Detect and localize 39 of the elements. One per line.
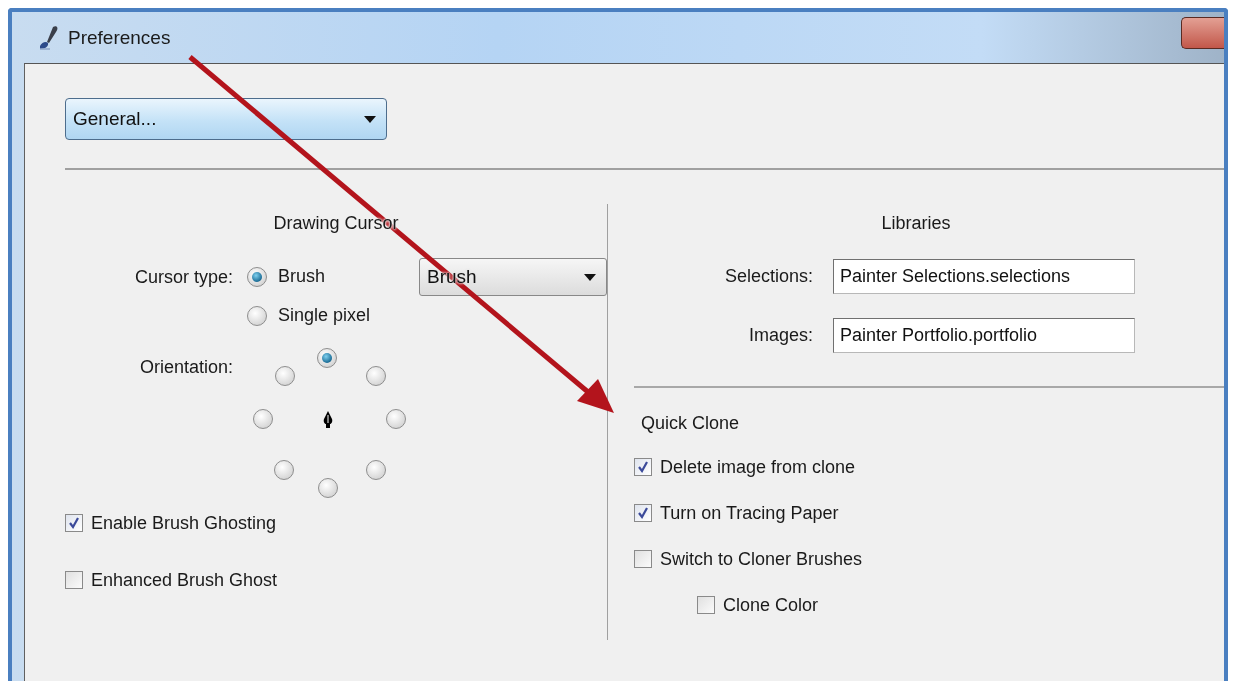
checkbox[interactable] <box>634 550 652 568</box>
field-label: Images: <box>747 325 813 346</box>
checkbox-label: Clone Color <box>723 594 819 616</box>
checkbox-label: Enable Brush Ghosting <box>91 512 277 534</box>
radio-button[interactable] <box>386 409 406 429</box>
caret-icon <box>584 273 596 281</box>
radio-button[interactable] <box>366 366 386 386</box>
close-button[interactable] <box>1181 17 1224 49</box>
radio-button[interactable] <box>274 460 294 480</box>
checkbox[interactable] <box>65 514 83 532</box>
section-title: Quick Clone <box>640 413 741 433</box>
checkbox[interactable] <box>634 504 652 522</box>
radio-button[interactable] <box>317 348 337 368</box>
checkbox-label: Delete image from clone <box>660 456 856 478</box>
section-title: Libraries <box>880 212 952 235</box>
radio-button[interactable] <box>247 266 267 287</box>
field-label: Orientation: <box>138 356 233 379</box>
text-field[interactable]: Painter Selections.selections <box>833 259 1135 294</box>
caret-icon <box>364 115 376 123</box>
radio-button[interactable] <box>318 478 338 498</box>
checkbox[interactable] <box>697 596 715 614</box>
checkbox[interactable] <box>634 458 652 476</box>
checkbox-label: Turn on Tracing Paper <box>660 502 839 524</box>
brush-icon <box>38 24 60 51</box>
radio-button[interactable] <box>275 366 295 386</box>
checkbox-label: Switch to Cloner Brushes <box>660 548 863 570</box>
radio-label: Single pixel <box>278 305 371 326</box>
window-title: Preferences <box>68 26 171 49</box>
radio-button[interactable] <box>247 305 267 326</box>
field-label: Cursor type: <box>133 266 233 288</box>
radio-label: Brush <box>278 266 326 287</box>
field-label: Selections: <box>723 266 813 287</box>
radio-button[interactable] <box>366 460 386 480</box>
checkbox-label: Enhanced Brush Ghost <box>91 569 278 591</box>
checkbox[interactable] <box>65 571 83 589</box>
brush-cursor-icon <box>322 411 334 428</box>
text-field[interactable]: Painter Portfolio.portfolio <box>833 318 1135 353</box>
radio-button[interactable] <box>253 409 273 429</box>
category-dropdown[interactable]: General... <box>65 98 387 140</box>
